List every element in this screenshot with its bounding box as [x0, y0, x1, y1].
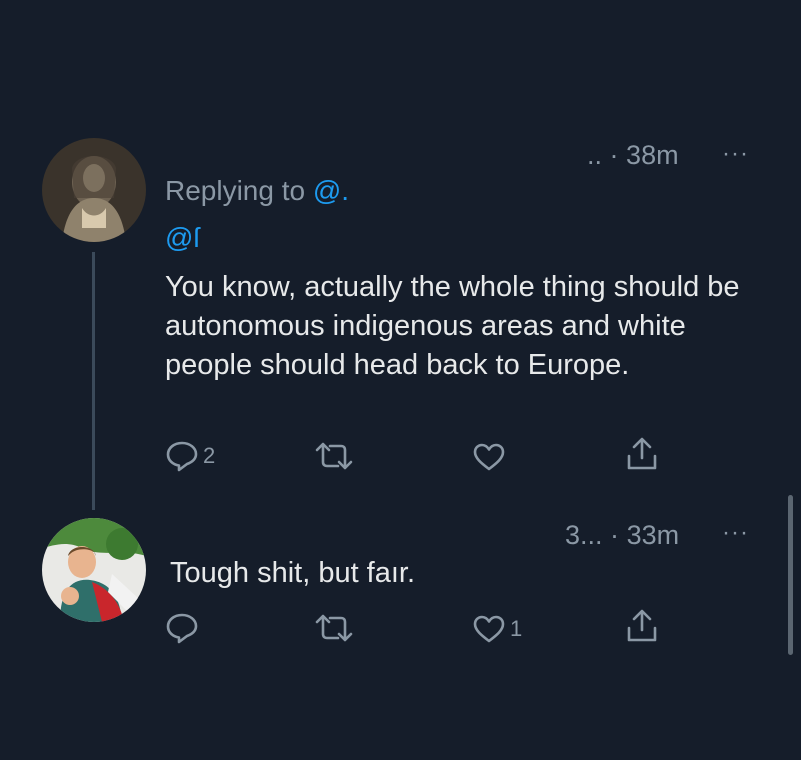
- reply-button[interactable]: 2: [165, 440, 215, 472]
- reply-button[interactable]: [165, 612, 199, 644]
- replying-to-line: Replying to @.: [165, 175, 349, 207]
- tweet-thread-screen: .. · 38m ··· Replying to @. @ſ You know,…: [0, 0, 801, 760]
- like-count: 1: [510, 616, 523, 641]
- retweet-button[interactable]: [314, 614, 354, 642]
- reply-icon: [166, 613, 198, 644]
- like-button[interactable]: [472, 442, 506, 472]
- more-options-button[interactable]: ···: [722, 519, 749, 547]
- avatar[interactable]: [42, 518, 146, 622]
- author-name[interactable]: 3...: [565, 520, 603, 550]
- tweet-time[interactable]: 33m: [627, 520, 680, 550]
- tweet-text: Tough shit, but faır.: [170, 557, 416, 589]
- tweet-meta: .. · 38m: [587, 140, 679, 171]
- tweet-meta: 3... · 33m: [565, 520, 679, 551]
- heart-icon: [473, 443, 505, 471]
- meta-separator: ·: [609, 140, 619, 170]
- share-button[interactable]: [625, 436, 659, 472]
- reply-icon: [166, 441, 198, 472]
- share-icon: [627, 609, 657, 642]
- heart-icon: [473, 615, 505, 643]
- retweet-button[interactable]: [314, 442, 354, 470]
- reply-count: 2: [203, 443, 216, 468]
- thread-connector-line: [92, 252, 95, 510]
- share-button[interactable]: [625, 608, 659, 644]
- scrollbar[interactable]: [788, 495, 793, 655]
- meta-separator: ·: [610, 520, 620, 550]
- avatar-cartoon-image: [42, 518, 146, 622]
- author-name[interactable]: ..: [587, 140, 602, 170]
- replying-to-handle[interactable]: @.: [313, 175, 349, 206]
- like-button[interactable]: 1: [472, 614, 522, 644]
- tweet-text: You know, actually the whole thing shoul…: [165, 271, 740, 381]
- retweet-icon: [315, 442, 353, 470]
- tweet-time[interactable]: 38m: [626, 140, 679, 170]
- more-options-button[interactable]: ···: [722, 140, 749, 168]
- avatar[interactable]: [42, 138, 146, 242]
- share-icon: [627, 437, 657, 470]
- avatar-portrait-image: [42, 138, 146, 242]
- retweet-icon: [315, 614, 353, 642]
- replying-to-label: Replying to: [165, 175, 306, 206]
- mention-link[interactable]: @ſ: [165, 222, 200, 254]
